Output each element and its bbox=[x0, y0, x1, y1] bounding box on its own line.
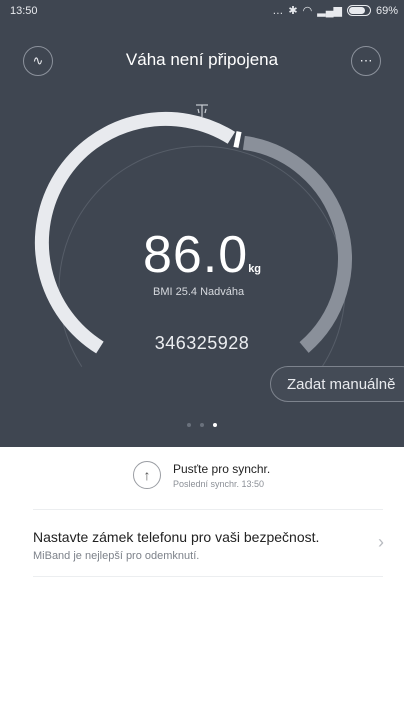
chevron-right-icon: › bbox=[378, 532, 384, 552]
sync-title: Pusťte pro synchr. bbox=[173, 461, 271, 476]
manual-entry-button[interactable]: Zadat manuálně bbox=[270, 366, 404, 402]
upload-arrow-icon: ↑ bbox=[133, 461, 161, 489]
wifi-icon: ◠ bbox=[302, 5, 313, 17]
security-card-subtitle: MiBand je nejlepší pro odemknutí. bbox=[33, 550, 200, 562]
battery-icon bbox=[346, 5, 371, 16]
more-button[interactable]: ⋯ bbox=[351, 46, 381, 76]
weight-value: 86.0 bbox=[142, 226, 249, 284]
bluetooth-icon: ✱ bbox=[288, 5, 298, 17]
sync-subtitle: Poslední synchr. 13:50 bbox=[173, 478, 265, 489]
page-title: Váha není připojena bbox=[125, 50, 279, 69]
gauge-marker bbox=[233, 131, 242, 148]
status-time: 13:50 bbox=[10, 5, 38, 17]
weight-unit: kg bbox=[248, 263, 262, 275]
device-code: 346325928 bbox=[154, 333, 250, 353]
page-dot-active[interactable] bbox=[213, 423, 217, 427]
more-icon: ⋯ bbox=[359, 53, 373, 68]
weight-panel: 13:50 … ✱ ◠ ▂▄▆ 69% ∿ Váha není připojen… bbox=[0, 0, 404, 447]
status-icons: … ✱ ◠ ▂▄▆ 69% bbox=[272, 4, 398, 18]
bmi-text: BMI 25.4 Nadváha bbox=[153, 286, 245, 298]
weight-readout: 86.0kg bbox=[0, 225, 404, 285]
page-indicator bbox=[0, 423, 404, 427]
more-dots-icon: … bbox=[272, 4, 284, 17]
page-dot[interactable] bbox=[187, 423, 191, 427]
sync-row[interactable]: ↑ Pusťte pro synchr. Poslední synchr. 13… bbox=[133, 461, 270, 489]
page-dot[interactable] bbox=[200, 423, 204, 427]
battery-level: 69% bbox=[375, 4, 398, 17]
security-card-title: Nastavte zámek telefonu pro vaši bezpečn… bbox=[33, 529, 320, 545]
security-card[interactable]: Nastavte zámek telefonu pro vaši bezpečn… bbox=[33, 509, 384, 577]
scale-icon bbox=[196, 104, 208, 117]
signal-icon: ▂▄▆ bbox=[317, 5, 342, 17]
status-bar: 13:50 … ✱ ◠ ▂▄▆ 69% bbox=[0, 0, 404, 20]
sync-text: Pusťte pro synchr. Poslední synchr. 13:5… bbox=[173, 462, 270, 489]
